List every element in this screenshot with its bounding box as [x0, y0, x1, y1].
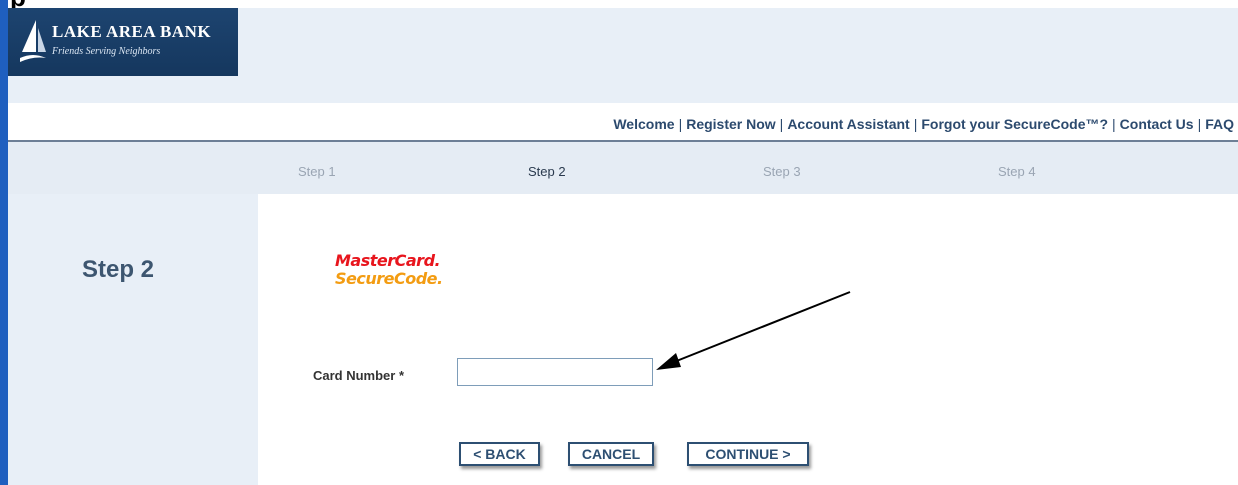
step-1-indicator: Step 1 [298, 164, 336, 179]
nav-separator: | [678, 116, 683, 132]
continue-button[interactable]: CONTINUE > [687, 442, 809, 466]
top-navigation: Welcome | Register Now | Account Assistant | F… [613, 116, 1234, 132]
bank-name: LAKE AREA BANK [52, 22, 212, 41]
bank-tagline: Friends Serving Neighbors [52, 46, 161, 57]
back-button[interactable]: < BACK [459, 442, 540, 466]
nav-separator: | [913, 116, 918, 132]
bank-logo: LAKE AREA BANK Friends Serving Neighbors [8, 8, 238, 76]
step-2-indicator: Step 2 [528, 164, 566, 179]
panel-step-title: Step 2 [82, 256, 155, 283]
step-3-indicator: Step 3 [763, 164, 801, 179]
steps-bar [8, 142, 1238, 194]
left-panel [8, 194, 258, 485]
nav-faq[interactable]: FAQ [1205, 116, 1234, 132]
cancel-button[interactable]: CANCEL [568, 442, 654, 466]
nav-welcome[interactable]: Welcome [613, 116, 674, 132]
nav-contact-us[interactable]: Contact Us [1120, 116, 1194, 132]
nav-register-now[interactable]: Register Now [686, 116, 775, 132]
top-strip [8, 0, 1238, 8]
nav-forgot-securecode[interactable]: Forgot your SecureCode™? [921, 116, 1108, 132]
window-left-border [0, 0, 8, 485]
mastercard-securecode-logo: MasterCard. SecureCode. [335, 252, 443, 288]
nav-separator: | [1112, 116, 1116, 132]
nav-separator: | [779, 116, 784, 132]
step-4-indicator: Step 4 [998, 164, 1036, 179]
nav-separator: | [1197, 116, 1202, 132]
sailboat-icon [20, 20, 46, 62]
nav-account-assistant[interactable]: Account Assistant [787, 116, 909, 132]
card-number-input[interactable] [457, 358, 653, 386]
securecode-text: SecureCode. [335, 269, 443, 288]
mastercard-text: MasterCard. [335, 251, 441, 270]
card-number-label: Card Number * [313, 368, 405, 383]
